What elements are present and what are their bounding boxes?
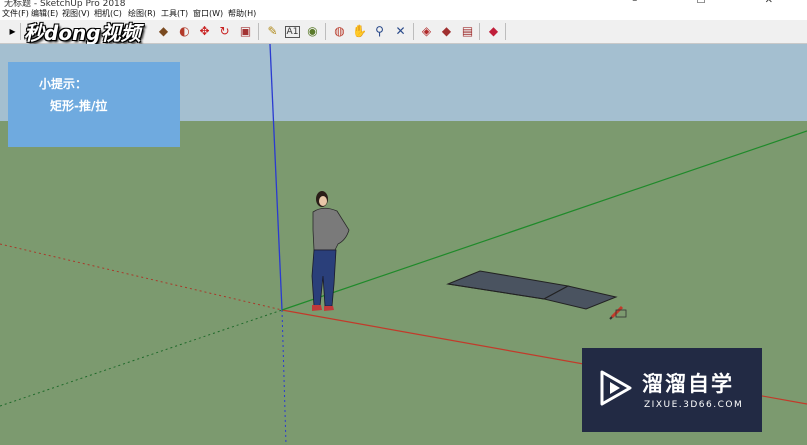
watermark: 溜溜自学 ZIXUE.3D66.COM bbox=[582, 348, 762, 432]
watermark-cn: 溜溜自学 bbox=[642, 372, 734, 396]
toolbar-separator bbox=[325, 23, 326, 40]
warehouse-button[interactable]: ◈ bbox=[418, 23, 435, 40]
zoom-tool-icon: ⚲ bbox=[375, 24, 384, 38]
tip-box: 小提示： 矩形-推/拉 bbox=[8, 62, 180, 147]
components-button[interactable]: ◆ bbox=[438, 23, 455, 40]
menu-tools[interactable]: 工具(T) bbox=[161, 8, 188, 20]
play-logo-icon bbox=[600, 370, 632, 406]
orbit-tool[interactable]: ◍ bbox=[331, 23, 348, 40]
menu-window[interactable]: 窗口(W) bbox=[193, 8, 223, 20]
paint-tool[interactable]: ◉ bbox=[304, 23, 321, 40]
video-logo: 秒dong视频 bbox=[24, 21, 141, 45]
follow-me-tool-icon: ◐ bbox=[179, 24, 190, 38]
zoom-extents-tool-icon: ✕ bbox=[395, 24, 406, 38]
extension-warehouse-button[interactable]: ▤ bbox=[459, 23, 476, 40]
pan-tool[interactable]: ✋ bbox=[351, 23, 368, 40]
scale-tool-icon: ▣ bbox=[239, 24, 252, 38]
window-controls[interactable]: – ☐ ✕ bbox=[632, 0, 801, 6]
scale-tool[interactable]: ▣ bbox=[237, 23, 254, 40]
tip-content: 矩形-推/拉 bbox=[50, 99, 108, 113]
toolbar-separator bbox=[20, 23, 21, 40]
follow-me-tool[interactable]: ◐ bbox=[176, 23, 193, 40]
toolbar-separator bbox=[479, 23, 480, 40]
warehouse-icon: ◈ bbox=[421, 24, 432, 38]
watermark-en: ZIXUE.3D66.COM bbox=[644, 400, 744, 410]
push-pull-tool[interactable]: ◆ bbox=[155, 23, 172, 40]
tape-measure-tool[interactable]: ✎ bbox=[264, 23, 281, 40]
text-tool-icon: A1 bbox=[284, 25, 301, 38]
select-tool-icon: ▸ bbox=[9, 24, 16, 38]
rotate-tool-icon: ↻ bbox=[219, 24, 230, 38]
push-pull-tool-icon: ◆ bbox=[158, 24, 169, 38]
orbit-tool-icon: ◍ bbox=[334, 24, 345, 38]
menu-draw[interactable]: 绘图(R) bbox=[128, 8, 156, 20]
menu-help[interactable]: 帮助(H) bbox=[228, 8, 256, 20]
select-tool[interactable]: ▸ bbox=[4, 23, 21, 40]
extension-warehouse-icon: ▤ bbox=[461, 24, 474, 38]
title-bar: 无标题 - SketchUp Pro 2018 – ☐ ✕ bbox=[0, 0, 807, 8]
menu-file[interactable]: 文件(F) bbox=[2, 8, 29, 20]
ruby-console-icon: ◆ bbox=[488, 24, 499, 38]
paint-tool-icon: ◉ bbox=[307, 24, 318, 38]
move-tool-icon: ✥ bbox=[199, 24, 210, 38]
menu-camera[interactable]: 相机(C) bbox=[94, 8, 122, 20]
ruby-console-button[interactable]: ◆ bbox=[485, 23, 502, 40]
toolbar-separator bbox=[258, 23, 259, 40]
window-title: 无标题 - SketchUp Pro 2018 bbox=[4, 0, 126, 8]
menu-bar: 文件(F) 编辑(E) 视图(V) 相机(C) 绘图(R) 工具(T) 窗口(W… bbox=[0, 8, 807, 20]
menu-view[interactable]: 视图(V) bbox=[62, 8, 90, 20]
toolbar-separator bbox=[413, 23, 414, 40]
components-icon: ◆ bbox=[441, 24, 452, 38]
zoom-extents-tool[interactable]: ✕ bbox=[392, 23, 409, 40]
tape-measure-tool-icon: ✎ bbox=[267, 24, 278, 38]
toolbar-separator bbox=[505, 23, 506, 40]
move-tool[interactable]: ✥ bbox=[196, 23, 213, 40]
zoom-tool[interactable]: ⚲ bbox=[371, 23, 388, 40]
text-tool[interactable]: A1 bbox=[284, 23, 301, 40]
pan-tool-icon: ✋ bbox=[352, 24, 367, 38]
menu-edit[interactable]: 编辑(E) bbox=[31, 8, 58, 20]
tip-title: 小提示： bbox=[39, 77, 88, 91]
rotate-tool[interactable]: ↻ bbox=[216, 23, 233, 40]
